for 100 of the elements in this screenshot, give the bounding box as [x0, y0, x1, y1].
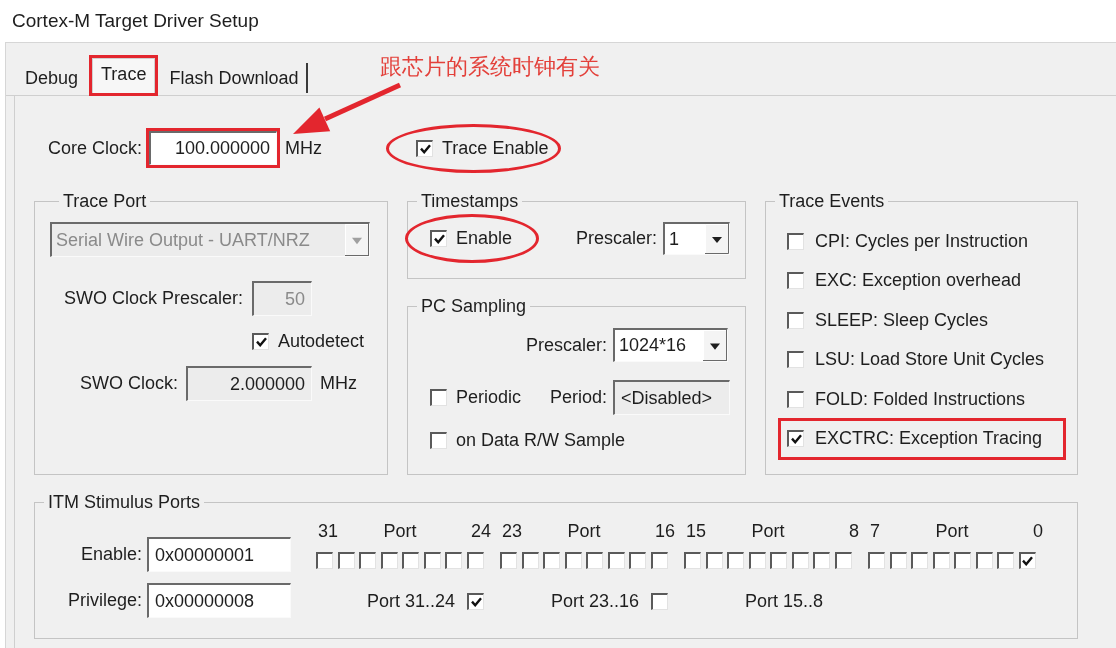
- checkbox[interactable]: [500, 552, 517, 569]
- window-title: Cortex-M Target Driver Setup: [12, 8, 259, 33]
- field-label: Privilege:: [67, 589, 142, 612]
- text-field[interactable]: 0x00000008: [147, 583, 291, 618]
- checkbox[interactable]: [380, 552, 398, 569]
- checkbox[interactable]: [705, 552, 723, 569]
- text-field[interactable]: 0x00000001: [147, 537, 291, 572]
- checkbox[interactable]: [445, 552, 463, 569]
- checkbox-label: Port 23..16: [550, 589, 639, 613]
- checkbox[interactable]: [402, 552, 420, 569]
- checkbox[interactable]: [629, 552, 647, 569]
- checkbox[interactable]: [651, 592, 668, 610]
- checkbox[interactable]: [834, 552, 852, 569]
- checkbox[interactable]: [787, 351, 804, 369]
- text-field[interactable]: 2.000000: [186, 366, 312, 401]
- unit-label: MHz: [285, 136, 323, 160]
- unit-label: MHz: [320, 372, 357, 395]
- checkbox-label: Periodic: [456, 386, 522, 409]
- caret-icon: [345, 224, 369, 256]
- bit-number: 8: [849, 520, 859, 543]
- checkbox[interactable]: [423, 552, 441, 569]
- checkbox[interactable]: [467, 592, 484, 610]
- checkbox[interactable]: [954, 552, 972, 569]
- checkbox[interactable]: [889, 552, 907, 569]
- checkbox-label: FOLD: Folded Instructions: [815, 387, 1026, 411]
- group-title: ITM Stimulus Ports: [47, 491, 202, 513]
- bit-number: 24: [470, 520, 491, 543]
- checkbox-label: Enable: [456, 227, 513, 250]
- checkbox[interactable]: [416, 139, 434, 157]
- checkbox[interactable]: [684, 552, 701, 569]
- checkbox[interactable]: [337, 552, 355, 569]
- checkbox[interactable]: [430, 230, 447, 247]
- field-label: SWO Clock Prescaler:: [63, 287, 243, 310]
- checkbox-label: Trace Enable: [442, 136, 549, 160]
- checkbox[interactable]: [868, 552, 885, 569]
- tab[interactable]: Trace: [92, 58, 156, 93]
- label-text: Port 15..8: [744, 589, 823, 613]
- checkmark-icon: [419, 143, 431, 154]
- field-label: Enable:: [80, 543, 142, 566]
- port-caption: Port: [935, 520, 969, 543]
- checkbox[interactable]: [787, 390, 804, 408]
- checkbox[interactable]: [359, 552, 377, 569]
- checkbox[interactable]: [521, 552, 539, 569]
- text-field[interactable]: 100.000000: [149, 131, 278, 165]
- checkbox[interactable]: [543, 552, 561, 569]
- checkbox[interactable]: [1018, 552, 1036, 569]
- checkbox[interactable]: [650, 552, 668, 569]
- checkbox-label: Port 31..24: [366, 589, 455, 613]
- bit-number: 16: [654, 520, 675, 543]
- checkbox[interactable]: [748, 552, 766, 569]
- checkbox-label: Autodetect: [278, 329, 365, 353]
- checkbox-label: LSU: Load Store Unit Cycles: [815, 348, 1045, 372]
- annotation-text: 跟芯片的系统时钟有关: [380, 53, 600, 81]
- field-label: Core Clock:: [48, 136, 143, 160]
- checkbox[interactable]: [727, 552, 745, 569]
- checkmark-icon: [255, 336, 267, 347]
- port-caption: Port: [567, 520, 601, 543]
- bit-number: 15: [685, 520, 707, 543]
- checkmark-icon: [1022, 556, 1034, 566]
- checkbox[interactable]: [932, 552, 950, 569]
- group-title: Trace Port: [62, 190, 148, 212]
- checkbox[interactable]: [252, 332, 269, 350]
- checkbox[interactable]: [607, 552, 625, 569]
- field-label: SWO Clock:: [80, 372, 178, 395]
- checkbox-label: EXCTRC: Exception Tracing: [815, 427, 1043, 451]
- group-title: Trace Events: [778, 190, 886, 212]
- dropdown[interactable]: 1: [663, 222, 730, 255]
- caret-icon: [705, 224, 729, 254]
- checkmark-icon: [790, 434, 802, 445]
- checkbox[interactable]: [787, 232, 804, 250]
- checkbox[interactable]: [586, 552, 604, 569]
- port-caption: Port: [383, 520, 417, 543]
- checkbox[interactable]: [564, 552, 582, 569]
- bit-number: 7: [869, 520, 880, 543]
- checkbox[interactable]: [997, 552, 1015, 569]
- tab[interactable]: Debug: [17, 63, 87, 93]
- checkbox[interactable]: [813, 552, 831, 569]
- checkbox-label: CPI: Cycles per Instruction: [815, 229, 1029, 253]
- tab[interactable]: Flash Download: [161, 63, 309, 93]
- checkmark-icon: [470, 596, 482, 607]
- field-label: Prescaler:: [575, 227, 657, 250]
- bit-number: 23: [501, 520, 523, 543]
- checkbox[interactable]: [791, 552, 809, 569]
- checkbox[interactable]: [770, 552, 788, 569]
- dropdown[interactable]: 1024*16: [613, 328, 728, 362]
- text-field[interactable]: <Disabled>: [613, 380, 730, 415]
- checkbox[interactable]: [787, 430, 804, 448]
- checkbox[interactable]: [430, 389, 447, 406]
- checkbox[interactable]: [466, 552, 484, 569]
- checkbox-label: SLEEP: Sleep Cycles: [815, 308, 989, 332]
- checkbox[interactable]: [911, 552, 929, 569]
- checkbox[interactable]: [430, 431, 447, 449]
- checkbox[interactable]: [787, 311, 804, 329]
- checkbox-label: on Data R/W Sample: [456, 428, 626, 452]
- checkbox[interactable]: [975, 552, 993, 569]
- port-caption: Port: [751, 520, 785, 543]
- checkbox[interactable]: [787, 272, 804, 290]
- field-label: Period:: [549, 386, 607, 409]
- group-title: Timestamps: [420, 190, 520, 212]
- checkbox[interactable]: [316, 552, 333, 569]
